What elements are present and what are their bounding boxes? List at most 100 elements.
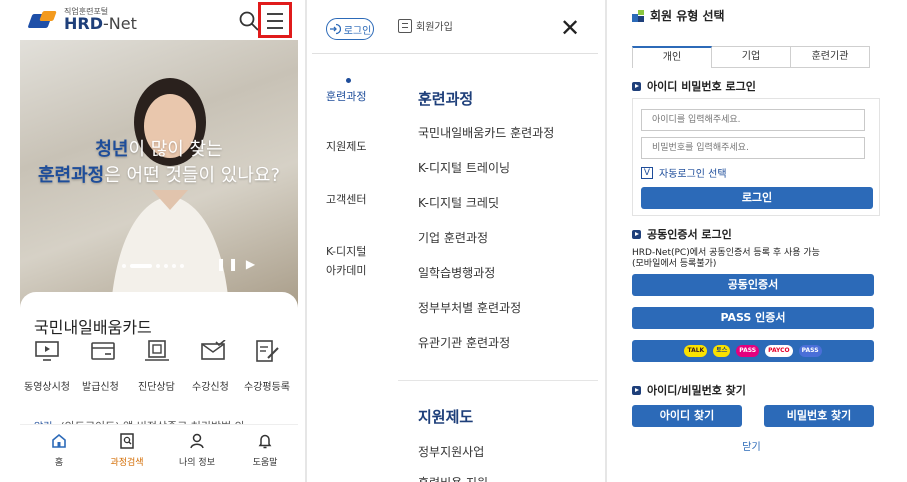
bell-icon: [258, 434, 272, 449]
find-account-title: 아이디/비밀번호 찾기: [647, 384, 746, 397]
submenu-item[interactable]: K-디지털 트레이닝: [418, 159, 510, 176]
tab-my-info[interactable]: 나의 정보: [172, 433, 222, 468]
tab-help[interactable]: 도움말: [240, 433, 290, 468]
menu-hamburger-icon[interactable]: [258, 2, 292, 38]
card-item-label-issue[interactable]: 발급신청: [82, 378, 119, 393]
edit-doc-icon[interactable]: [254, 340, 280, 362]
toss-cert-logo: 토스: [713, 345, 731, 357]
submenu-item[interactable]: 유관기관 훈련과정: [418, 334, 510, 351]
consult-icon[interactable]: [144, 340, 170, 362]
joint-cert-button[interactable]: 공동인증서: [632, 274, 874, 296]
left-menu-kdigital[interactable]: K-디지털: [326, 243, 366, 261]
logo-mark-icon: [27, 10, 60, 30]
hero-text-2: 은 어떤 것들이 있나요?: [104, 165, 280, 186]
submenu-item[interactable]: 기업 훈련과정: [418, 229, 488, 246]
payco-cert-logo: PAYCO: [765, 345, 793, 357]
id-input[interactable]: [641, 109, 865, 131]
join-icon: [398, 18, 412, 33]
panel-divider: [605, 0, 607, 482]
hero-highlight-1: 청년: [95, 139, 129, 160]
left-menu-training[interactable]: 훈련과정: [326, 88, 366, 106]
cert-login-heading: 공동인증서 로그인: [632, 226, 732, 242]
hero-banner[interactable]: 청년이 많이 찾는 훈련과정은 어떤 것들이 있나요? ❚❚ ▶: [20, 40, 298, 310]
login-label: 로그인: [343, 25, 372, 37]
password-input[interactable]: [641, 137, 865, 159]
submenu-item[interactable]: 국민내일배움카드 훈련과정: [418, 124, 554, 141]
active-indicator: [346, 78, 351, 83]
carousel-pause-play-icon[interactable]: ❚❚ ▶: [216, 257, 257, 271]
login-icon: [329, 23, 341, 35]
bullet-icon: [632, 81, 641, 91]
tab-my-info-label: 나의 정보: [179, 458, 215, 468]
card-item-label-enroll[interactable]: 수강신청: [192, 378, 229, 393]
member-type-header: 회원 유형 선택: [632, 7, 725, 24]
panel-divider: [305, 0, 307, 482]
join-button[interactable]: 회원가입: [398, 18, 453, 33]
top-bar: 직업훈련포털 HRD-Net: [16, 0, 302, 40]
card-item-label-consult[interactable]: 진단상담: [138, 378, 175, 393]
find-password-button[interactable]: 비밀번호 찾기: [764, 405, 874, 427]
tab-home-label: 홈: [54, 458, 64, 468]
submenu-item[interactable]: 훈련비용 지원: [418, 474, 488, 482]
tab-course-search[interactable]: 과정검색: [102, 433, 152, 468]
submenu-item[interactable]: 일학습병행과정: [418, 264, 495, 281]
tab-help-label: 도움말: [252, 458, 278, 468]
bottom-tab-bar: 홈 과정검색 나의 정보 도움말: [20, 424, 298, 482]
home-icon: [52, 433, 66, 448]
tab-home[interactable]: 홈: [34, 433, 84, 468]
cert-description-line1: HRD-Net(PC)에서 공동인증서 등록 후 사용 가능: [632, 248, 820, 258]
close-link[interactable]: 닫기: [614, 438, 889, 453]
submenu-title-training: 훈련과정: [418, 90, 474, 108]
kakao-cert-logo: TALK: [684, 345, 708, 357]
logo-title-suffix: -Net: [103, 14, 137, 33]
find-id-button[interactable]: 아이디 찾기: [632, 405, 742, 427]
cert-login-title: 공동인증서 로그인: [647, 228, 732, 241]
member-type-tabs: 개인 기업 훈련기관: [632, 46, 870, 68]
tab-company[interactable]: 기업: [712, 46, 791, 68]
logo-title: HRD: [64, 14, 103, 33]
id-login-box: V 자동로그인 선택 로그인: [632, 98, 880, 216]
home-screen: 직업훈련포털 HRD-Net 청년이 많이 찾는 훈련과정은 어떤 것들이 있나…: [16, 0, 302, 482]
pass-cert-logo: PASS: [736, 345, 760, 357]
card-item-label-review[interactable]: 수강평등록: [244, 378, 290, 393]
carousel-indicator[interactable]: [122, 264, 184, 268]
left-menu-academy[interactable]: 아카데미: [326, 262, 366, 280]
find-account-heading: 아이디/비밀번호 찾기: [632, 382, 746, 398]
auto-login-label: 자동로그인 선택: [659, 169, 727, 180]
tab-course-search-label: 과정검색: [110, 458, 144, 468]
tab-individual[interactable]: 개인: [632, 46, 712, 68]
close-icon[interactable]: ✕: [560, 14, 580, 42]
submenu-title-support: 지원제도: [418, 408, 474, 426]
samsung-pass-logo: PASS: [798, 345, 822, 357]
submenu-item[interactable]: K-디지털 크레딧: [418, 194, 499, 211]
login-button[interactable]: 로그인: [326, 18, 374, 40]
login-submit-button[interactable]: 로그인: [641, 187, 873, 209]
search-doc-icon: [120, 433, 134, 449]
member-type-title: 회원 유형 선택: [650, 9, 725, 23]
id-login-heading: 아이디 비밀번호 로그인: [632, 78, 756, 94]
auto-login-option[interactable]: V 자동로그인 선택: [641, 165, 727, 180]
pass-cert-button[interactable]: PASS 인증서: [632, 307, 874, 329]
bullet-icon: [632, 229, 641, 239]
mail-check-icon[interactable]: [200, 340, 226, 362]
cert-description-line2: (모바일에서 등록불가): [632, 259, 717, 269]
join-label: 회원가입: [416, 22, 453, 33]
cert-description: HRD-Net(PC)에서 공동인증서 등록 후 사용 가능 (모바일에서 등록…: [632, 248, 820, 270]
auto-login-checkbox[interactable]: V: [641, 166, 653, 179]
card-icon[interactable]: [90, 340, 116, 362]
menu-header: 로그인 회원가입 ✕: [312, 0, 598, 54]
card-item-label-video[interactable]: 동영상시청: [24, 378, 70, 393]
left-menu-customer[interactable]: 고객센터: [326, 191, 366, 209]
simple-cert-button[interactable]: TALK 토스 PASS PAYCO PASS: [632, 340, 874, 362]
id-login-title: 아이디 비밀번호 로그인: [647, 80, 756, 93]
submenu-item[interactable]: 정부부처별 훈련과정: [418, 299, 521, 316]
screenshot-root: 직업훈련포털 HRD-Net 청년이 많이 찾는 훈련과정은 어떤 것들이 있나…: [0, 0, 907, 482]
tab-training-institution[interactable]: 훈련기관: [791, 46, 870, 68]
left-menu-support[interactable]: 지원제도: [326, 138, 366, 156]
search-icon[interactable]: [238, 10, 260, 32]
hrd-net-logo[interactable]: 직업훈련포털 HRD-Net: [27, 8, 137, 33]
hero-text-1: 이 많이 찾는: [128, 139, 223, 160]
submenu-item[interactable]: 정부지원사업: [418, 443, 484, 460]
monitor-icon[interactable]: [34, 340, 60, 362]
user-icon: [190, 433, 204, 449]
